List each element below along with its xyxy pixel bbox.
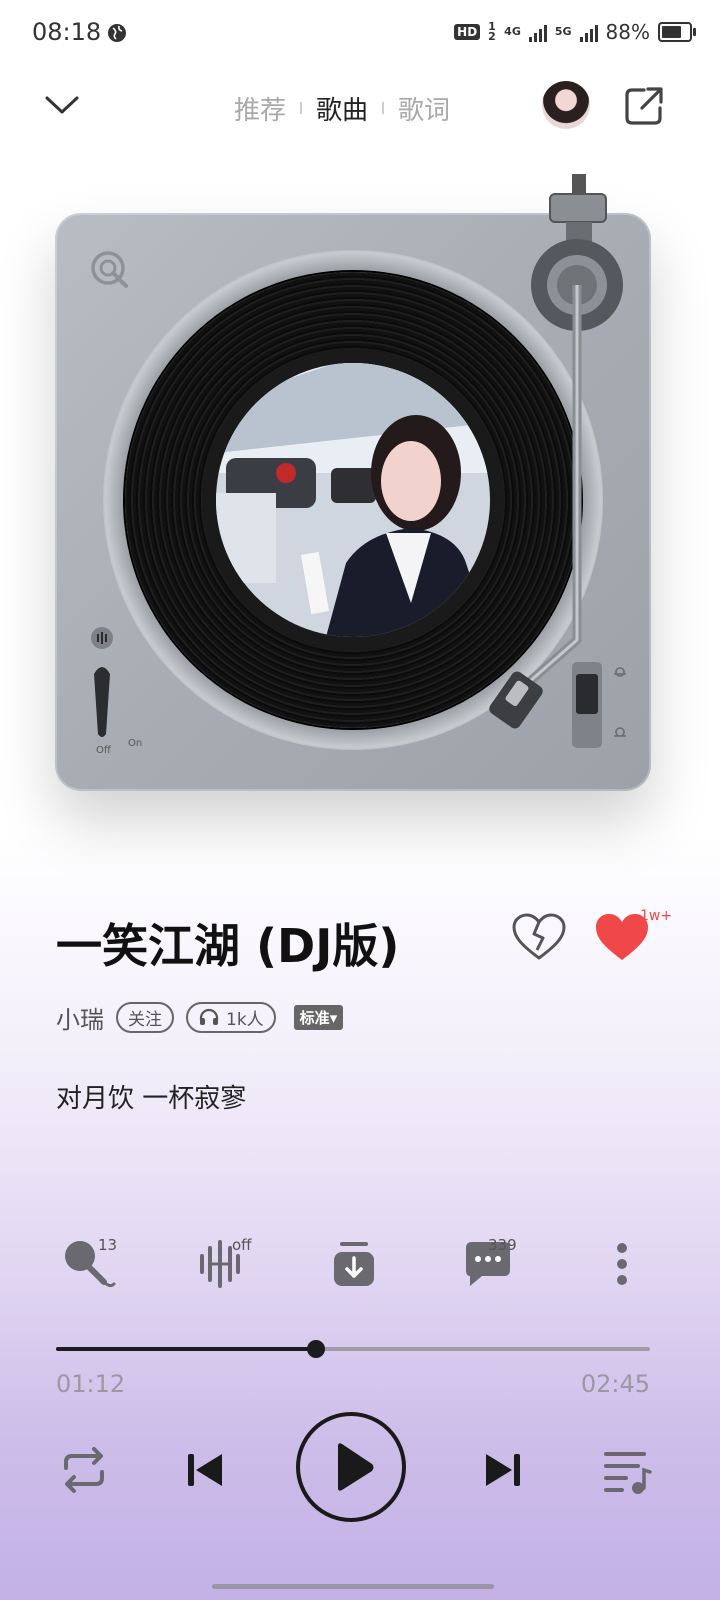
status-bar: 08:18 HD 1 2 4G 5G 88% [0,0,720,70]
switch-on-label: On [128,738,143,749]
speed-slider[interactable] [568,656,638,756]
previous-track-icon[interactable] [176,1440,236,1500]
caret-down-icon: ▾ [329,1008,338,1027]
sound-effect-button[interactable]: off [192,1236,252,1296]
progress-fill [56,1347,316,1351]
status-indicators: HD 1 2 4G 5G 88% [454,20,696,44]
location-icon [108,24,126,42]
status-time: 08:18 [32,18,102,46]
switch-off-label: Off [96,745,111,756]
repeat-icon[interactable] [54,1440,114,1500]
more-vertical-icon [617,1243,627,1285]
current-time: 01:12 [56,1370,126,1398]
network-5g: 5G [554,25,572,38]
share-icon[interactable] [622,84,666,128]
listeners-button[interactable]: 1k人 [186,1001,276,1033]
headphones-icon [199,1008,219,1025]
app-logo-icon [91,251,128,288]
listeners-count: 1k人 [226,1009,264,1030]
playlist-icon[interactable] [598,1440,658,1500]
battery-icon [658,22,696,42]
download-button[interactable] [326,1236,386,1296]
karaoke-count: 13 [98,1236,118,1254]
tab-song[interactable]: 歌曲 [302,90,382,127]
play-icon [338,1443,374,1491]
song-title: 一笑江湖 (DJ版) [56,919,400,973]
battery-percent: 88% [605,20,650,44]
album-cover [216,363,490,637]
artist-avatar[interactable] [542,81,590,129]
progress-knob[interactable] [306,1340,325,1358]
header-tabs: 推荐 歌曲 歌词 [220,88,464,128]
home-indicator[interactable] [212,1584,494,1589]
next-track-icon[interactable] [472,1440,532,1500]
more-button[interactable] [594,1236,654,1296]
tab-lyrics[interactable]: 歌词 [384,90,464,127]
tab-recommend[interactable]: 推荐 [220,90,300,127]
broken-heart-icon[interactable] [512,912,566,962]
play-button[interactable] [296,1412,406,1522]
sim-slots: 1 2 [488,20,496,43]
sound-effect-status: off [232,1236,252,1254]
comments-count: 339 [488,1236,517,1254]
signal-icon [528,22,547,42]
hd-badge: HD [454,24,481,40]
artist-name[interactable]: 小瑞 [56,1000,104,1035]
progress-track[interactable] [56,1340,650,1358]
total-time: 02:45 [580,1370,650,1398]
quality-selector[interactable]: 标准▾ [293,1004,344,1030]
chevron-down-icon[interactable] [44,88,80,124]
current-lyric[interactable]: 对月饮 一杯寂寥 [56,1078,246,1115]
download-icon [334,1242,374,1286]
follow-button[interactable]: 关注 [116,1001,174,1033]
signal-icon-2 [579,22,598,42]
like-count: 1w+ [640,908,673,924]
quality-label: 标准 [299,1008,330,1027]
network-4g: 4G [504,25,521,38]
follow-label: 关注 [128,1009,162,1030]
karaoke-button[interactable]: 13 [60,1236,120,1296]
power-switch[interactable] [88,624,128,764]
comments-button[interactable]: 339 [460,1236,520,1296]
song-meta-row: 小瑞 关注 1k人 标准▾ [56,1000,344,1035]
